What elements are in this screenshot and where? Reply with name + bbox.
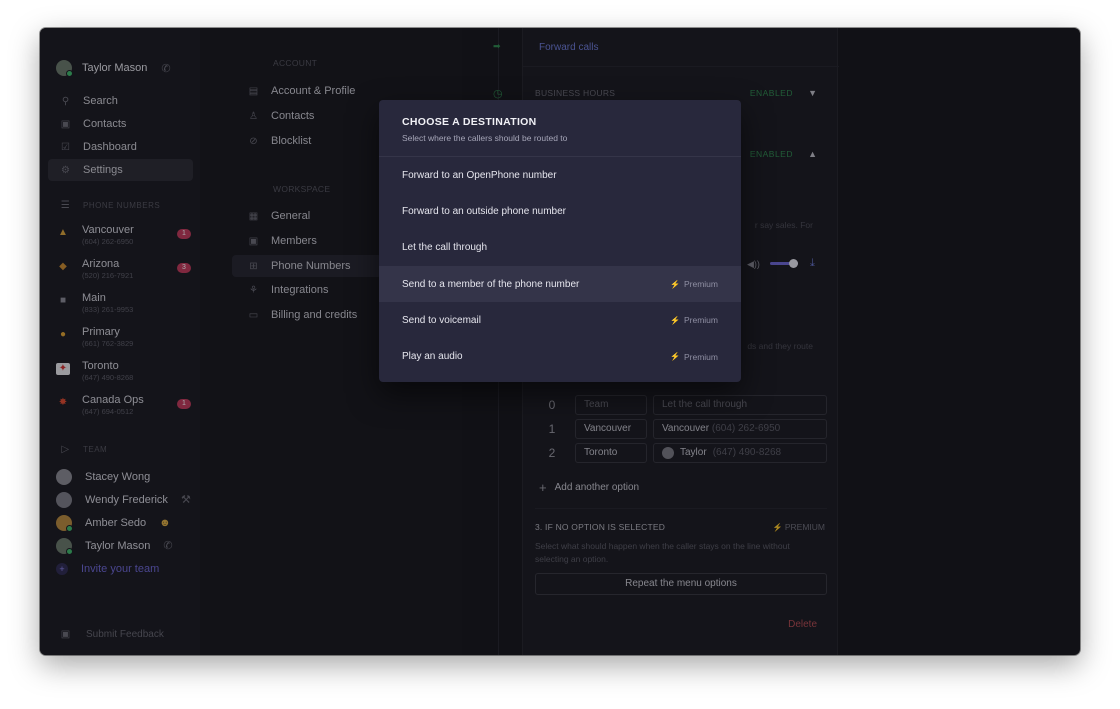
premium-badge: ⚡ Premium	[670, 315, 718, 326]
destination-option-member[interactable]: Send to a member of the phone number ⚡ Pr…	[379, 265, 741, 303]
bolt-icon: ⚡	[670, 315, 680, 325]
choose-destination-modal: CHOOSE A DESTINATION Select where the ca…	[379, 100, 741, 382]
destination-option-play-audio[interactable]: Play an audio ⚡ Premium	[379, 338, 741, 374]
destination-option-openphone-number[interactable]: Forward to an OpenPhone number	[379, 157, 741, 193]
destination-option-voicemail[interactable]: Send to voicemail ⚡ Premium	[379, 302, 741, 338]
destination-option-outside-number[interactable]: Forward to an outside phone number	[379, 193, 741, 229]
modal-subtitle: Select where the callers should be route…	[402, 133, 568, 143]
premium-badge: ⚡ Premium	[670, 279, 718, 290]
modal-title: CHOOSE A DESTINATION	[402, 116, 537, 128]
bolt-icon: ⚡	[670, 279, 680, 289]
bolt-icon: ⚡	[670, 352, 680, 362]
destination-option-let-through[interactable]: Let the call through	[379, 230, 741, 266]
premium-badge: ⚡ Premium	[670, 351, 718, 362]
modal-header: CHOOSE A DESTINATION Select where the ca…	[379, 100, 741, 157]
